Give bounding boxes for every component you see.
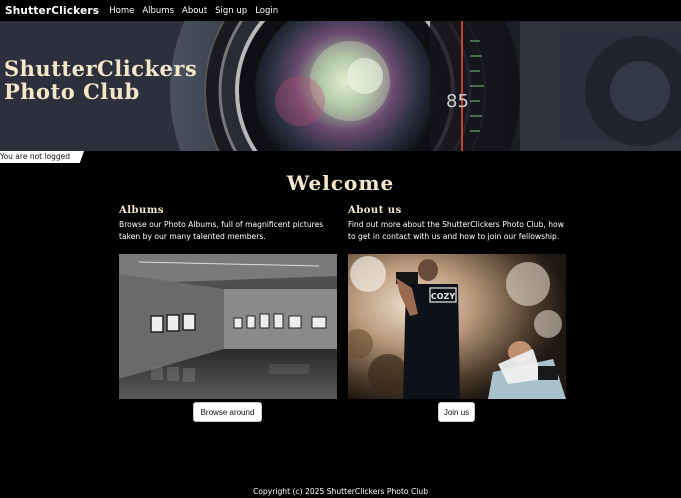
gallery-photo <box>119 254 337 399</box>
hero-title-line2: Photo Club <box>4 79 140 104</box>
albums-description: Browse our Photo Albums, full of magnifi… <box>119 220 324 241</box>
nav-link-home[interactable]: Home <box>109 6 134 16</box>
about-description: Find out more about the ShutterClickers … <box>348 220 564 241</box>
albums-section: Albums Browse our Photo Albums, full of … <box>119 205 337 399</box>
about-section: About us Find out more about the Shutter… <box>348 205 566 399</box>
lens-marking: 85 <box>446 91 469 112</box>
nav-link-login[interactable]: Login <box>255 6 278 16</box>
albums-heading: Albums <box>119 205 165 216</box>
top-navbar: ShutterClickers Home Albums About Sign u… <box>0 0 681 21</box>
footer-copyright: Copyright (c) 2025 ShutterClickers Photo… <box>252 487 429 496</box>
join-us-button[interactable]: Join us <box>438 402 475 422</box>
brand-logo[interactable]: ShutterClickers <box>5 5 99 17</box>
login-status: You are not logged in <box>0 151 84 163</box>
hero-title-line1: ShutterClickers <box>4 56 198 81</box>
page-title: Welcome <box>286 171 395 195</box>
hero-title: ShutterClickers Photo Club <box>4 57 197 103</box>
hero-banner: 85 ShutterClickers Photo Club <box>0 21 681 151</box>
nav-link-about[interactable]: About <box>182 6 207 16</box>
photographers-photo: COZY <box>348 254 566 399</box>
nav-link-signup[interactable]: Sign up <box>215 6 247 16</box>
nav-link-albums[interactable]: Albums <box>142 6 174 16</box>
about-heading: About us <box>348 205 402 216</box>
shirt-text: COZY <box>431 292 455 301</box>
nav-links: Home Albums About Sign up Login <box>109 6 286 16</box>
browse-around-button[interactable]: Browse around <box>193 402 262 422</box>
